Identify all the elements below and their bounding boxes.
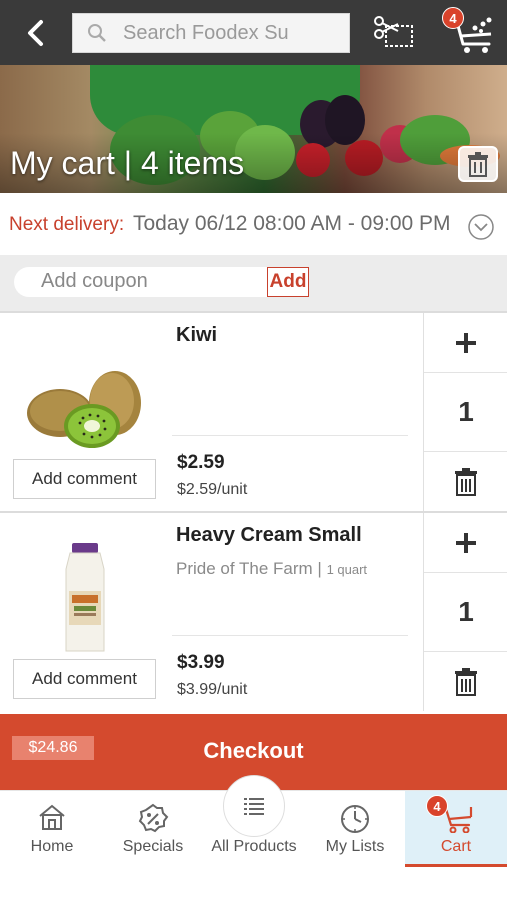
nav-home[interactable]: Home — [2, 791, 102, 867]
nav-specials[interactable]: Specials — [103, 791, 203, 867]
item-size: 1 quart — [326, 562, 368, 577]
increase-quantity-button[interactable] — [424, 313, 507, 373]
nav-cart-inner: 4 Cart — [406, 791, 506, 867]
add-comment-button[interactable]: Add comment — [13, 459, 156, 499]
item-price: $3.99 — [177, 652, 225, 673]
nav-cart[interactable]: 4 Cart — [405, 791, 507, 867]
quantity-stepper: 1 — [423, 313, 507, 511]
search-input[interactable]: Search Foodex Su — [72, 13, 350, 53]
item-quantity: 1 — [458, 396, 474, 427]
search-icon — [87, 23, 107, 48]
remove-item-button[interactable] — [424, 451, 507, 511]
divider — [172, 435, 408, 436]
cart-count-badge: 4 — [442, 7, 464, 29]
item-price: $2.59 — [177, 452, 225, 473]
chevron-down-icon[interactable] — [467, 213, 495, 241]
item-name: Heavy Cream Small — [176, 524, 362, 546]
home-icon — [39, 804, 65, 830]
bottom-nav: Home Specials All Products My Lists 4 Ca… — [0, 775, 507, 900]
back-arrow-icon — [28, 20, 43, 46]
trash-icon — [455, 467, 477, 496]
nav-all-products-label: All Products — [211, 838, 297, 855]
header-cart-button[interactable]: 4 — [442, 7, 497, 56]
cart-title: My cart | 4 items — [10, 145, 245, 181]
product-image-heavy-cream — [20, 543, 160, 663]
add-comment-button[interactable]: Add comment — [13, 659, 156, 699]
nav-my-lists-label: My Lists — [325, 838, 385, 855]
trash-icon — [468, 152, 488, 177]
item-name: Kiwi — [176, 324, 218, 346]
increase-quantity-button[interactable] — [424, 513, 507, 573]
coupon-bar: Add coupon Add — [0, 255, 507, 311]
trash-icon — [455, 667, 477, 696]
quantity-stepper: 1 — [423, 513, 507, 711]
list-icon — [244, 798, 264, 815]
delivery-label: Next delivery: — [9, 214, 125, 235]
clear-cart-button[interactable] — [458, 146, 498, 182]
coupon-clip-button[interactable] — [372, 14, 416, 50]
clock-icon — [341, 805, 369, 833]
cart-item: Add comment Kiwi $2.59 $2.59/unit 1 — [0, 311, 507, 511]
scissors-coupon-icon — [374, 16, 413, 47]
item-brand: Pride of The Farm | — [176, 559, 322, 578]
item-unit-price: $2.59/unit — [177, 481, 248, 498]
search-placeholder: Search Foodex Su — [123, 22, 289, 44]
hero-banner: My cart | 4 items — [0, 65, 507, 193]
coupon-placeholder: Add coupon — [41, 270, 148, 292]
plus-icon — [456, 332, 476, 353]
item-quantity: 1 — [458, 596, 474, 627]
percent-badge-icon — [138, 803, 169, 833]
item-unit-price: $3.99/unit — [177, 681, 248, 698]
coupon-input[interactable]: Add coupon — [14, 267, 268, 297]
cart-item: Add comment Heavy Cream Small Pride of T… — [0, 511, 507, 711]
delivery-row[interactable]: Next delivery: Today 06/12 08:00 AM - 09… — [0, 193, 507, 255]
divider — [172, 635, 408, 636]
remove-item-button[interactable] — [424, 651, 507, 711]
top-bar: Search Foodex Su 4 — [0, 0, 507, 65]
nav-cart-badge: 4 — [426, 795, 448, 817]
nav-my-lists[interactable]: My Lists — [305, 791, 405, 867]
nav-home-label: Home — [30, 838, 74, 855]
all-products-circle — [223, 775, 285, 837]
item-brand-size: Pride of The Farm | 1 quart — [176, 559, 367, 579]
back-button[interactable] — [18, 14, 52, 52]
checkout-label: Checkout — [203, 738, 304, 763]
nav-cart-label: Cart — [440, 838, 472, 855]
nav-specials-label: Specials — [122, 838, 184, 855]
coupon-add-button[interactable]: Add — [267, 267, 309, 297]
plus-icon — [456, 532, 476, 553]
nav-all-products[interactable]: All Products — [204, 775, 304, 867]
delivery-window: Today 06/12 08:00 AM - 09:00 PM — [133, 212, 451, 235]
product-image-kiwi — [20, 363, 160, 463]
